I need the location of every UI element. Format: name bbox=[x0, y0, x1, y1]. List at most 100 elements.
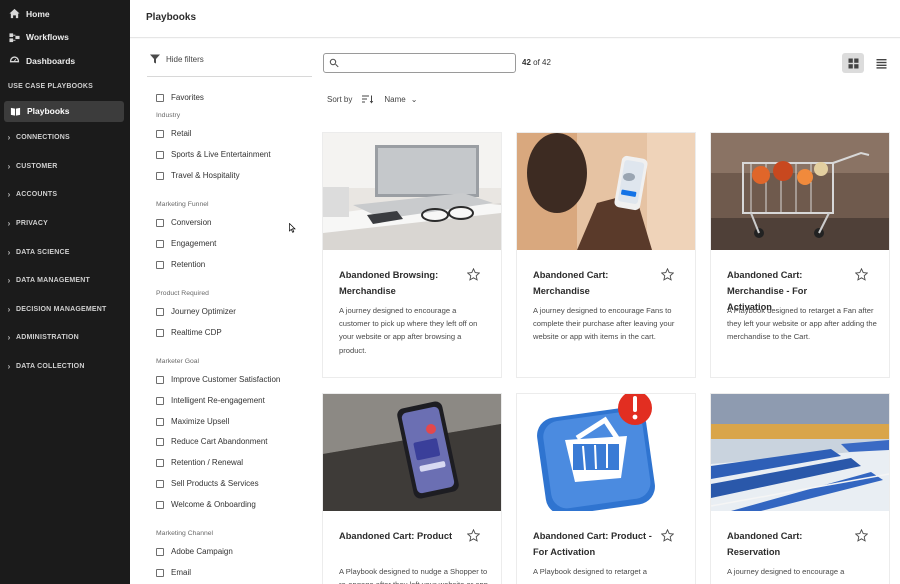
card-image bbox=[711, 394, 889, 511]
checkbox[interactable] bbox=[156, 568, 164, 577]
chevron-right-icon: › bbox=[7, 333, 11, 343]
playbook-card[interactable]: Abandoned Cart: Product A Playbook desig… bbox=[323, 394, 501, 584]
section-data-management[interactable]: › DATA MANAGEMENT bbox=[0, 266, 130, 295]
nav-home[interactable]: Home bbox=[0, 2, 130, 26]
checkbox[interactable] bbox=[156, 479, 164, 488]
filter-group-title: Industry bbox=[156, 112, 181, 119]
section-decision-management[interactable]: › DECISION MANAGEMENT bbox=[0, 295, 130, 324]
chevron-right-icon: › bbox=[7, 247, 11, 257]
favorite-star-icon[interactable] bbox=[660, 528, 675, 542]
playbook-card[interactable]: Abandoned Cart: Product - For Activation… bbox=[517, 394, 695, 584]
result-count: 42 of 42 bbox=[522, 58, 551, 67]
card-description: A journey designed to encourage a bbox=[727, 567, 845, 576]
page-title: Playbooks bbox=[146, 12, 197, 23]
filters-panel: Hide filters Favorites Industry Retail S… bbox=[130, 39, 320, 584]
filter-reduce-cart-abandonment[interactable]: Reduce Cart Abandonment bbox=[156, 437, 268, 446]
favorite-star-icon[interactable] bbox=[660, 267, 675, 281]
card-description: A Playbook designed to retarget a bbox=[533, 567, 647, 576]
favorite-star-icon[interactable] bbox=[854, 528, 869, 542]
grid-view-button[interactable] bbox=[842, 53, 864, 73]
checkbox[interactable] bbox=[156, 396, 164, 405]
card-description: A Playbook designed to retarget a Fan af… bbox=[727, 306, 877, 342]
filter-group-title: Marketing Funnel bbox=[156, 201, 209, 208]
filter-retention-renewal[interactable]: Retention / Renewal bbox=[156, 458, 243, 467]
nav-workflows[interactable]: Workflows bbox=[0, 26, 130, 50]
checkbox[interactable] bbox=[156, 375, 164, 384]
dashboard-icon bbox=[8, 55, 20, 67]
checkbox[interactable] bbox=[156, 328, 164, 337]
filter-journey-optimizer[interactable]: Journey Optimizer bbox=[156, 307, 236, 316]
chevron-right-icon: › bbox=[7, 190, 11, 200]
section-data-science[interactable]: › DATA SCIENCE bbox=[0, 238, 130, 267]
card-image bbox=[711, 133, 889, 250]
grid-icon bbox=[848, 58, 858, 68]
filter-favorites[interactable]: Favorites bbox=[156, 93, 204, 102]
filter-sell-products[interactable]: Sell Products & Services bbox=[156, 479, 259, 488]
filter-sports[interactable]: Sports & Live Entertainment bbox=[156, 150, 271, 159]
checkbox[interactable] bbox=[156, 239, 164, 248]
section-administration[interactable]: › ADMINISTRATION bbox=[0, 324, 130, 353]
playbook-card[interactable]: Abandoned Browsing: Merchandise A journe… bbox=[323, 133, 501, 377]
checkbox[interactable] bbox=[156, 93, 164, 102]
section-accounts[interactable]: › ACCOUNTS bbox=[0, 181, 130, 210]
checkbox[interactable] bbox=[156, 500, 164, 509]
nav-dashboards[interactable]: Dashboards bbox=[0, 49, 130, 73]
favorite-star-icon[interactable] bbox=[466, 528, 481, 542]
filter-adobe-campaign[interactable]: Adobe Campaign bbox=[156, 547, 233, 556]
favorite-star-icon[interactable] bbox=[854, 267, 869, 281]
card-title: Abandoned Cart: Merchandise bbox=[533, 270, 609, 296]
filter-intelligent-reengagement[interactable]: Intelligent Re-engagement bbox=[156, 396, 265, 405]
nav-playbooks[interactable]: Playbooks bbox=[4, 100, 124, 122]
sort-value: Name bbox=[384, 95, 406, 104]
card-title: Abandoned Cart: Product - For Activation bbox=[533, 531, 652, 557]
list-view-button[interactable] bbox=[870, 53, 892, 73]
checkbox[interactable] bbox=[156, 150, 164, 159]
filter-travel[interactable]: Travel & Hospitality bbox=[156, 171, 240, 180]
divider bbox=[147, 76, 312, 77]
playbook-card[interactable]: Abandoned Cart: Merchandise - For Activa… bbox=[711, 133, 889, 377]
filter-email[interactable]: Email bbox=[156, 568, 191, 577]
list-icon bbox=[876, 58, 886, 69]
checkbox[interactable] bbox=[156, 417, 164, 426]
home-icon bbox=[8, 8, 20, 20]
filter-improve-satisfaction[interactable]: Improve Customer Satisfaction bbox=[156, 375, 280, 384]
filter-retention[interactable]: Retention bbox=[156, 260, 205, 269]
chevron-right-icon: › bbox=[7, 133, 11, 143]
checkbox[interactable] bbox=[156, 260, 164, 269]
favorite-star-icon[interactable] bbox=[466, 267, 481, 281]
filter-realtime-cdp[interactable]: Realtime CDP bbox=[156, 328, 222, 337]
section-connections[interactable]: › CONNECTIONS bbox=[0, 124, 130, 153]
card-title: Abandoned Browsing: Merchandise bbox=[339, 270, 439, 296]
checkbox[interactable] bbox=[156, 171, 164, 180]
sort-control[interactable]: Sort by Name ⌄ bbox=[327, 95, 417, 104]
sort-label: Sort by bbox=[327, 95, 353, 104]
checkbox[interactable] bbox=[156, 547, 164, 556]
filter-group-title: Marketing Channel bbox=[156, 530, 214, 537]
checkbox[interactable] bbox=[156, 218, 164, 227]
filter-engagement[interactable]: Engagement bbox=[156, 239, 216, 248]
checkbox[interactable] bbox=[156, 307, 164, 316]
filter-maximize-upsell[interactable]: Maximize Upsell bbox=[156, 417, 229, 426]
section-data-collection[interactable]: › DATA COLLECTION bbox=[0, 352, 130, 381]
checkbox[interactable] bbox=[156, 437, 164, 446]
sidebar: Home Workflows Dashboards USE CASE PLAYB… bbox=[0, 0, 130, 584]
checkbox[interactable] bbox=[156, 458, 164, 467]
section-privacy[interactable]: › PRIVACY bbox=[0, 209, 130, 238]
filter-welcome-onboarding[interactable]: Welcome & Onboarding bbox=[156, 500, 256, 509]
checkbox[interactable] bbox=[156, 129, 164, 138]
sort-order-icon[interactable] bbox=[362, 95, 374, 104]
playbook-card[interactable]: Abandoned Cart: Merchandise A journey de… bbox=[517, 133, 695, 377]
section-use-case-playbooks: USE CASE PLAYBOOKS bbox=[8, 83, 94, 90]
nav-workflows-label: Workflows bbox=[26, 32, 69, 43]
hide-filters-button[interactable]: Hide filters bbox=[150, 54, 204, 64]
search-input[interactable] bbox=[323, 53, 516, 73]
section-customer[interactable]: › CUSTOMER bbox=[0, 152, 130, 181]
chevron-right-icon: › bbox=[7, 304, 11, 314]
filter-retail[interactable]: Retail bbox=[156, 129, 191, 138]
filter-conversion[interactable]: Conversion bbox=[156, 218, 211, 227]
page-header: Playbooks bbox=[130, 0, 900, 38]
playbook-card[interactable]: Abandoned Cart: Reservation A journey de… bbox=[711, 394, 889, 584]
chevron-right-icon: › bbox=[7, 219, 11, 229]
chevron-down-icon: ⌄ bbox=[410, 95, 418, 104]
card-image bbox=[323, 394, 501, 511]
